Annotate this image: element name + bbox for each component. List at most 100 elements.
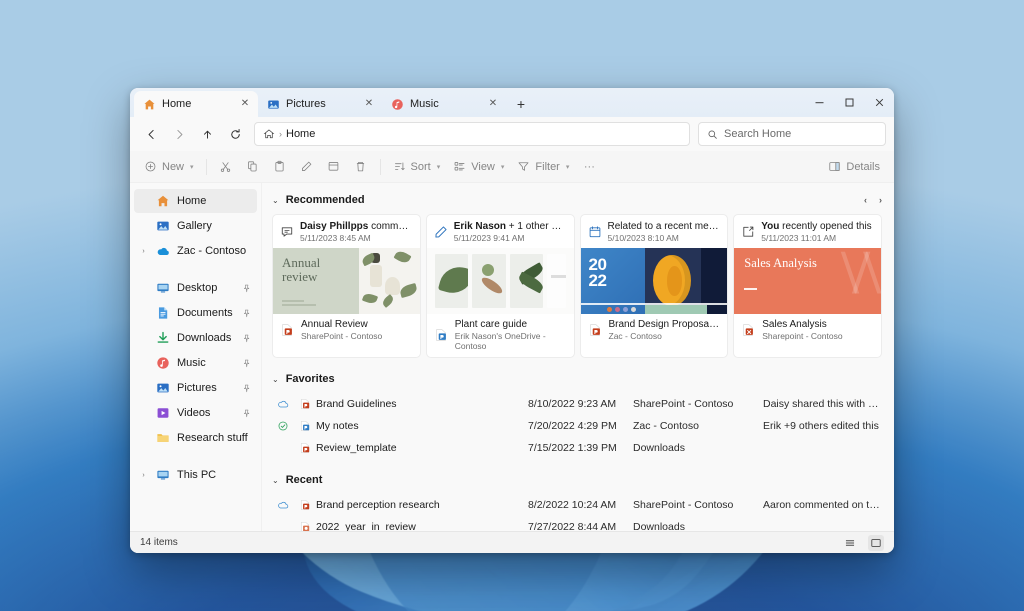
decor-leaf — [437, 262, 469, 298]
thumb-left-panel: Annual review — [273, 248, 359, 314]
card-file[interactable]: Plant care guide Erik Nason's OneDrive -… — [427, 314, 574, 357]
card-file-text: Brand Design Proposal_v2022 Zac - Contos… — [609, 319, 721, 341]
sidebar-item-zac-contoso[interactable]: › Zac - Contoso — [134, 239, 257, 263]
table-row[interactable]: Brand Guidelines 8/10/2022 9:23 AM Share… — [272, 393, 882, 415]
card-activity-line: Erik Nason + 1 other edited this — [454, 221, 567, 232]
sort-button[interactable]: Sort ▾ — [387, 155, 447, 179]
refresh-button[interactable] — [222, 121, 248, 147]
sidebar-item-desktop[interactable]: › Desktop — [134, 276, 257, 300]
more-options-button[interactable]: ··· — [576, 155, 602, 179]
details-view-icon — [871, 538, 881, 547]
card-file[interactable]: Brand Design Proposal_v2022 Zac - Contos… — [581, 314, 728, 347]
copy-icon — [248, 161, 257, 172]
decor-bottle — [385, 277, 401, 296]
recommended-card[interactable]: Daisy Phillpps commented on... 5/11/2023… — [272, 214, 421, 358]
delete-button[interactable] — [348, 155, 374, 179]
tab-music[interactable]: Music ✕ — [382, 91, 506, 117]
gallery-icon — [157, 221, 169, 231]
recommended-card[interactable]: Related to a recent meeting 5/10/2023 8:… — [579, 214, 729, 358]
sidebar-item-home[interactable]: › Home — [134, 189, 257, 213]
cut-button[interactable] — [213, 155, 239, 179]
section-header-recent[interactable]: ⌄ Recent — [272, 469, 882, 491]
thumb-title: Annual review — [282, 255, 321, 284]
divider — [379, 158, 381, 175]
sidebar-item-this-pc[interactable]: › This PC — [134, 463, 257, 487]
chevron-down-icon[interactable]: ⌄ — [272, 196, 279, 205]
sidebar-item-documents[interactable]: › Documents — [134, 301, 257, 325]
recommended-card[interactable]: You recently opened this 5/11/2023 11:01… — [733, 214, 882, 358]
chevron-right-icon[interactable]: › — [138, 472, 149, 479]
thumb-year: 20 22 — [588, 255, 607, 291]
sidebar-item-gallery[interactable]: › Gallery — [134, 214, 257, 238]
up-button[interactable] — [194, 121, 220, 147]
sort-label: Sort — [410, 160, 431, 173]
paste-button[interactable] — [267, 155, 293, 179]
sidebar-item-music[interactable]: › Music — [134, 351, 257, 375]
card-file[interactable]: Annual Review SharePoint - Contoso — [273, 314, 420, 347]
sidebar-item-videos[interactable]: › Videos — [134, 401, 257, 425]
card-activity-rest: commented on... — [371, 221, 413, 232]
open-icon — [743, 226, 754, 237]
sidebar-label: Downloads — [177, 332, 232, 344]
share-button[interactable] — [321, 155, 347, 179]
sidebar-item-downloads[interactable]: › Downloads — [134, 326, 257, 350]
table-row[interactable]: Review_template 7/15/2022 1:39 PM Downlo… — [272, 437, 882, 459]
powerpoint-icon — [300, 500, 310, 510]
table-row[interactable]: 2022_year_in_review 7/27/2022 8:44 AM Do… — [272, 516, 882, 531]
comment-icon — [281, 227, 293, 237]
file-name: Brand perception research — [316, 499, 440, 511]
maximize-button[interactable] — [834, 88, 864, 117]
thumb-photo — [509, 254, 544, 308]
recommended-card[interactable]: Erik Nason + 1 other edited this 5/11/20… — [425, 214, 575, 358]
section-title: Recommended — [285, 194, 365, 206]
card-file[interactable]: Sales Analysis Sharepoint - Contoso — [734, 314, 881, 347]
chevron-right-icon[interactable]: › — [138, 248, 149, 255]
sidebar-label: Documents — [177, 307, 233, 319]
sidebar-item-research-stuff[interactable]: › Research stuff — [134, 426, 257, 450]
new-button[interactable]: New ▾ — [138, 155, 200, 179]
sidebar-label: Gallery — [177, 220, 212, 232]
minimize-button[interactable] — [804, 88, 834, 117]
carousel-prev-button[interactable]: ‹ — [864, 195, 867, 205]
breadcrumb[interactable]: › Home — [254, 122, 690, 146]
documents-icon — [158, 307, 168, 319]
filter-button[interactable]: Filter ▾ — [511, 155, 575, 179]
new-tab-button[interactable]: + — [509, 92, 533, 116]
card-timestamp: 5/11/2023 8:45 AM — [300, 233, 371, 243]
table-row[interactable]: Brand perception research 8/2/2022 10:24… — [272, 494, 882, 516]
list-view-button[interactable] — [842, 535, 858, 551]
desktop-icon — [157, 283, 169, 293]
search-input[interactable]: Search Home — [698, 122, 886, 146]
carousel-next-button[interactable]: › — [879, 195, 882, 205]
calendar-icon — [589, 226, 600, 238]
view-button[interactable]: View ▾ — [447, 155, 510, 179]
pin-icon — [244, 359, 250, 367]
section-header-recommended[interactable]: ⌄ Recommended ‹ › — [272, 189, 882, 211]
chevron-down-icon[interactable]: ⌄ — [272, 476, 279, 485]
chevron-down-icon: ▾ — [565, 163, 570, 171]
details-pane-button[interactable]: Details — [822, 155, 886, 179]
pencil-icon — [435, 226, 447, 238]
section-header-favorites[interactable]: ⌄ Favorites — [272, 368, 882, 390]
tab-pictures[interactable]: Pictures ✕ — [258, 91, 382, 117]
close-icon[interactable]: ✕ — [486, 97, 500, 111]
close-icon[interactable]: ✕ — [238, 97, 252, 111]
tab-home[interactable]: Home ✕ — [134, 91, 258, 117]
table-row[interactable]: My notes 7/20/2022 4:29 PM Zac - Contoso… — [272, 415, 882, 437]
sidebar-label: Zac - Contoso — [177, 245, 247, 257]
close-button[interactable] — [864, 88, 894, 117]
copy-button[interactable] — [240, 155, 266, 179]
rename-icon — [302, 161, 312, 171]
decor-leaf — [380, 293, 395, 308]
chevron-down-icon[interactable]: ⌄ — [272, 375, 279, 384]
sidebar-label: Videos — [177, 407, 211, 419]
details-view-button[interactable] — [868, 534, 884, 551]
forward-button[interactable] — [166, 121, 192, 147]
content-pane: ⌄ Recommended ‹ › Daisy Phillpps comment… — [262, 183, 894, 531]
sidebar-item-pictures[interactable]: › Pictures — [134, 376, 257, 400]
rename-button[interactable] — [294, 155, 320, 179]
back-button[interactable] — [138, 121, 164, 147]
chevron-down-icon: ▾ — [500, 163, 505, 171]
close-icon[interactable]: ✕ — [362, 97, 376, 111]
